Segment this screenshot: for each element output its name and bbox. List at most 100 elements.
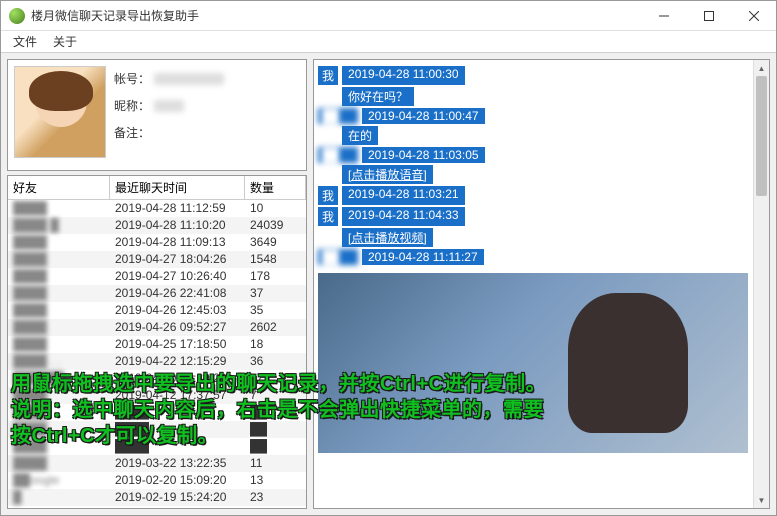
chat-sender: 我 <box>318 186 338 205</box>
friend-name: ████ <box>8 336 110 353</box>
friend-name: ████ <box>8 455 110 472</box>
chat-sender: 我 <box>318 66 338 85</box>
friend-name: ████ <box>8 234 110 251</box>
chat-line[interactable]: ██2019-04-28 11:00:47 <box>318 108 765 124</box>
friend-name: ████ <box>8 268 110 285</box>
chat-timestamp: 2019-04-28 11:00:30 <box>342 66 465 85</box>
friend-name: ████ <box>8 387 110 404</box>
chat-line[interactable] <box>318 267 765 453</box>
maximize-button[interactable] <box>686 1 731 31</box>
friend-row[interactable]: ██oogle2019-02-20 15:09:2013 <box>8 472 306 489</box>
chat-media-link[interactable]: [点击播放视频] <box>342 228 433 247</box>
window-title: 楼月微信聊天记录导出恢复助手 <box>31 7 641 24</box>
titlebar[interactable]: 楼月微信聊天记录导出恢复助手 <box>1 1 776 31</box>
nickname-value <box>154 100 184 112</box>
friend-row[interactable]: ██████████ <box>8 404 306 421</box>
friend-time: 2019-02-20 15:09:20 <box>110 472 245 489</box>
scrollbar-thumb[interactable] <box>756 76 767 196</box>
friend-row[interactable]: ██████2019-04-20 09:39:2327 <box>8 370 306 387</box>
friend-name: ██oogle <box>8 472 110 489</box>
friend-row[interactable]: █2019-02-19 15:24:2023 <box>8 489 306 506</box>
friend-row[interactable]: ████2019-04-12 17:37:577 <box>8 387 306 404</box>
friend-time: 2019-02-19 15:24:20 <box>110 489 245 506</box>
nickname-label: 昵称： <box>114 97 150 114</box>
chat-sender: ██ <box>318 108 358 124</box>
account-value <box>154 73 224 85</box>
friend-count: 23 <box>245 489 306 506</box>
chat-line[interactable]: 我2019-04-28 11:03:21 <box>318 186 765 205</box>
chat-timestamp: 2019-04-28 11:03:05 <box>362 147 485 163</box>
friend-time: 2019-04-26 22:41:08 <box>110 285 245 302</box>
friend-time: 2019-03-22 13:22:35 <box>110 455 245 472</box>
friend-time: 2019-04-26 12:45:03 <box>110 302 245 319</box>
friend-name: █ <box>8 489 110 506</box>
window-buttons <box>641 1 776 31</box>
header-count[interactable]: 数量 <box>245 176 306 199</box>
chat-media-link[interactable]: [点击播放语音] <box>342 165 433 184</box>
friend-name: ████ <box>8 251 110 268</box>
profile-nickname-row: 昵称： <box>114 97 224 114</box>
chat-panel: 我2019-04-28 11:00:30你好在吗？██2019-04-28 11… <box>313 59 770 509</box>
friend-row[interactable]: ██████████ <box>8 421 306 438</box>
friend-count: 18 <box>245 336 306 353</box>
chat-line[interactable]: 我2019-04-28 11:00:30 <box>318 66 765 85</box>
chat-line[interactable]: [点击播放视频] <box>342 228 765 247</box>
scroll-down-button[interactable]: ▼ <box>754 492 769 508</box>
profile-fields: 帐号： 昵称： 备注： <box>114 66 224 164</box>
chat-line[interactable]: 你好在吗？ <box>342 87 765 106</box>
friend-name: ████ . . <box>8 353 110 370</box>
friend-row[interactable]: ████ . .2019-04-22 12:15:2936 <box>8 353 306 370</box>
friend-name: ██████ <box>8 370 110 387</box>
chat-timestamp: 2019-04-28 11:11:27 <box>362 249 484 265</box>
friend-row[interactable]: ████2019-04-27 10:26:40178 <box>8 268 306 285</box>
friend-row[interactable]: ████2019-04-28 11:12:5910 <box>8 200 306 217</box>
friend-time: 2019-04-27 18:04:26 <box>110 251 245 268</box>
friends-header[interactable]: 好友 最近聊天时间 数量 <box>8 176 306 200</box>
friend-row[interactable]: ██████████ <box>8 438 306 455</box>
friend-row[interactable]: ████2019-04-26 22:41:0837 <box>8 285 306 302</box>
chat-timestamp: 2019-04-28 11:03:21 <box>342 186 465 205</box>
friend-row[interactable]: ████ █2019-04-28 11:10:2024039 <box>8 217 306 234</box>
friend-count: 178 <box>245 268 306 285</box>
friend-row[interactable]: ████2019-04-26 12:45:0335 <box>8 302 306 319</box>
app-window: 楼月微信聊天记录导出恢复助手 文件 关于 帐号： 昵称： <box>0 0 777 516</box>
scrollbar-vertical[interactable]: ▲ ▼ <box>753 60 769 508</box>
friend-name: ████ <box>8 404 110 421</box>
friend-row[interactable]: ████2019-04-26 09:52:272602 <box>8 319 306 336</box>
friend-name: ████ █ <box>8 217 110 234</box>
menu-about[interactable]: 关于 <box>45 31 85 52</box>
friend-count: 35 <box>245 302 306 319</box>
chat-line[interactable]: ██2019-04-28 11:03:05 <box>318 147 765 163</box>
chat-line[interactable]: 在的 <box>342 126 765 145</box>
friend-time: 2019-04-20 09:39:23 <box>110 370 245 387</box>
chat-line[interactable]: 我2019-04-28 11:04:33 <box>318 207 765 226</box>
profile-box: 帐号： 昵称： 备注： <box>7 59 307 171</box>
friend-row[interactable]: ████2019-04-25 17:18:5018 <box>8 336 306 353</box>
friend-name: ████ <box>8 421 110 438</box>
header-name[interactable]: 好友 <box>8 176 110 199</box>
friend-time: 2019-04-22 12:15:29 <box>110 353 245 370</box>
chat-line[interactable]: [点击播放语音] <box>342 165 765 184</box>
chat-timestamp: 2019-04-28 11:00:47 <box>362 108 485 124</box>
friend-name: ████ <box>8 438 110 455</box>
friend-row[interactable]: ████2019-03-22 13:22:3511 <box>8 455 306 472</box>
content-area: 帐号： 昵称： 备注： 好友 最近聊天时间 数量 <box>1 53 776 515</box>
friend-row[interactable]: ████2019-04-27 18:04:261548 <box>8 251 306 268</box>
menu-file[interactable]: 文件 <box>5 31 45 52</box>
friend-count: ██ <box>245 421 306 438</box>
scroll-up-button[interactable]: ▲ <box>754 60 769 76</box>
friend-count: 11 <box>245 455 306 472</box>
friend-time: ████ <box>110 438 245 455</box>
friend-name: ████ <box>8 319 110 336</box>
chat-image[interactable] <box>318 273 748 453</box>
friend-count: 1548 <box>245 251 306 268</box>
header-time[interactable]: 最近聊天时间 <box>110 176 245 199</box>
friend-row[interactable]: ████2019-04-28 11:09:133649 <box>8 234 306 251</box>
minimize-button[interactable] <box>641 1 686 31</box>
friend-count: ██ <box>245 438 306 455</box>
chat-body[interactable]: 我2019-04-28 11:00:30你好在吗？██2019-04-28 11… <box>314 60 769 461</box>
chat-sender: ██ <box>318 249 358 265</box>
friends-body[interactable]: ████2019-04-28 11:12:5910████ █2019-04-2… <box>8 200 306 508</box>
close-button[interactable] <box>731 1 776 31</box>
chat-line[interactable]: ██2019-04-28 11:11:27 <box>318 249 765 265</box>
